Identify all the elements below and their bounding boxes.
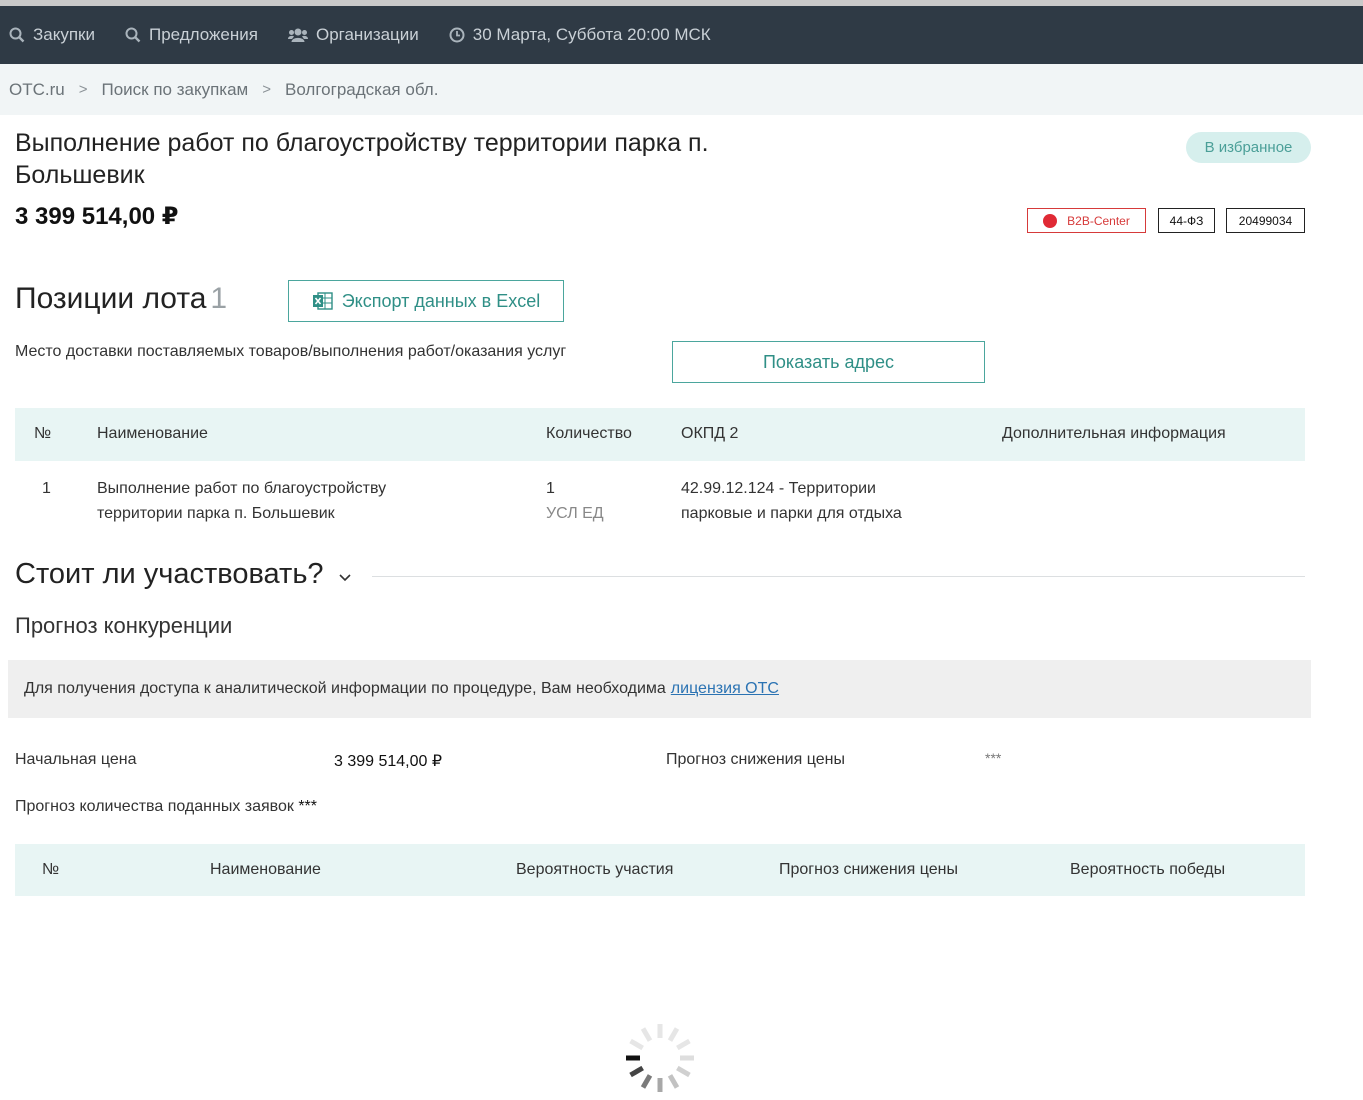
column-header-quantity: Количество [546,425,632,442]
law-badge: 44-ФЗ [1158,208,1215,233]
row-okpd-line: парковые и парки для отдыха [681,505,902,522]
column-header-extra-info: Дополнительная информация [1002,425,1226,442]
row-name: Выполнение работ по благоустройству терр… [97,476,386,526]
license-notice-text: Для получения доступа к аналитической ин… [24,680,666,697]
competition-forecast-heading: Прогноз конкуренции [15,613,233,638]
bids-forecast: Прогноз количества поданных заявок *** [15,798,317,816]
row-name-line: Выполнение работ по благоустройству [97,480,387,497]
nav-purchases-label: Закупки [33,25,95,44]
datetime-label: 30 Марта, Суббота 20:00 МСК [472,25,711,44]
breadcrumb-home[interactable]: OTC.ru [9,80,65,100]
users-icon [287,28,308,42]
row-quantity-value: 1 [546,480,555,497]
column-header-price-drop-forecast: Прогноз снижения цены [779,861,958,878]
price-drop-value: *** [985,750,1002,766]
nav-offers[interactable]: Предложения [125,25,258,45]
column-header-win-probability: Вероятность победы [1070,861,1226,878]
start-price-label: Начальная цена [15,751,137,768]
breadcrumb: OTC.ru > Поиск по закупкам > Волгоградск… [0,64,1363,115]
license-notice: Для получения доступа к аналитической ин… [8,660,1311,718]
row-number: 1 [42,480,51,497]
column-header-name: Наименование [210,861,321,878]
export-excel-button[interactable]: Экспорт данных в Excel [288,280,564,322]
column-header-okpd: ОКПД 2 [681,425,739,442]
should-participate-toggle[interactable]: Стоит ли участвовать? [15,558,352,591]
price-drop-label: Прогноз снижения цены [666,751,845,768]
forecast-table-header: № Наименование Вероятность участия Прогн… [15,844,1305,896]
search-icon [9,27,25,43]
column-header-number: № [34,425,52,442]
column-header-participation-probability: Вероятность участия [516,861,674,878]
row-quantity-unit: УСЛ ЕД [546,505,604,522]
breadcrumb-separator: > [78,81,88,98]
show-address-button[interactable]: Показать адрес [672,341,985,383]
export-excel-label: Экспорт данных в Excel [341,290,541,311]
breadcrumb-separator: > [262,81,272,98]
lot-heading-label: Позиции лота [15,282,207,315]
nav-offers-label: Предложения [149,25,258,44]
tender-number-badge: 20499034 [1226,208,1305,233]
start-price-value: 3 399 514,00 ₽ [334,753,443,770]
lot-positions-heading: Позиции лота 1 [15,282,227,316]
row-name-line: территории парка п. Большевик [97,505,335,522]
breadcrumb-search[interactable]: Поиск по закупкам [102,80,249,100]
lot-count: 1 [210,282,228,315]
top-navigation: Закупки Предложения Организации 30 Марта… [0,6,1363,64]
nav-organizations-label: Организации [315,25,419,44]
platform-logo-icon [1043,213,1058,228]
nav-datetime: 30 Марта, Суббота 20:00 МСК [449,25,711,45]
bids-forecast-value: *** [298,798,318,815]
delivery-place-label: Место доставки поставляемых товаров/выпо… [15,343,567,360]
chevron-down-icon [339,573,351,581]
page-title: Выполнение работ по благоустройству терр… [15,129,709,189]
platform-badge-label: B2B-Center [1067,213,1130,228]
platform-badge[interactable]: B2B-Center [1027,208,1146,233]
license-link[interactable]: лицензия ОТС [671,680,779,698]
column-header-number: № [42,861,60,878]
row-quantity: 1 УСЛ ЕД [546,476,604,526]
table-row: 1 Выполнение работ по благоустройству те… [15,461,1305,531]
should-participate-heading: Стоит ли участвовать? [15,558,324,590]
column-header-name: Наименование [97,425,208,442]
loading-spinner-icon [626,1024,694,1092]
row-okpd: 42.99.12.124 - Территории парковые и пар… [681,476,902,526]
excel-icon [312,292,333,310]
nav-organizations[interactable]: Организации [287,25,419,45]
lot-table-header: № Наименование Количество ОКПД 2 Дополни… [15,408,1305,461]
row-okpd-line: 42.99.12.124 - Территории [681,480,876,497]
add-to-favorites-button[interactable]: В избранное [1186,132,1311,163]
bids-forecast-label: Прогноз количества поданных заявок [15,798,294,815]
clock-icon [449,27,465,43]
nav-purchases[interactable]: Закупки [9,25,95,45]
tender-price: 3 399 514,00 ₽ [15,203,179,230]
search-icon [125,27,141,43]
breadcrumb-region[interactable]: Волгоградская обл. [285,80,438,100]
section-divider [372,576,1305,577]
